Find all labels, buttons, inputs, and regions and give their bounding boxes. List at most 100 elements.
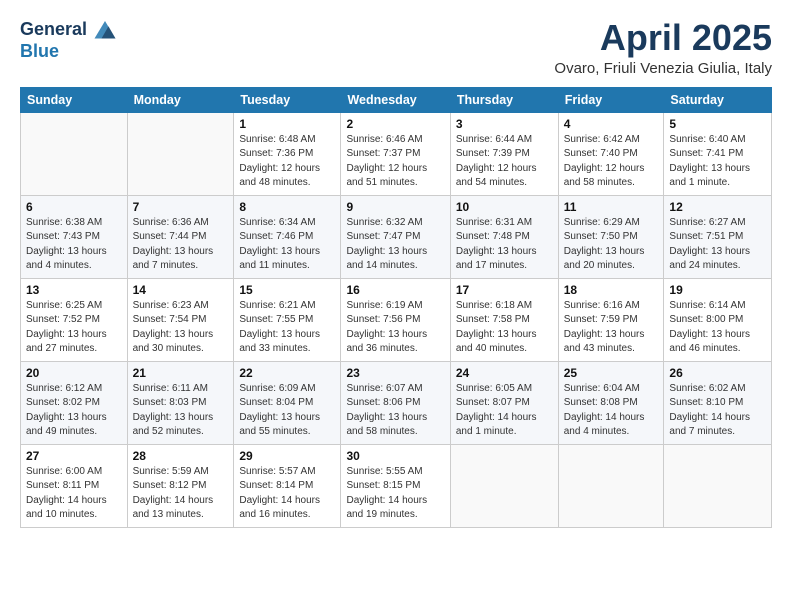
day-number: 13 <box>26 283 122 297</box>
day-number: 29 <box>239 449 335 463</box>
day-info: Sunrise: 6:21 AM Sunset: 7:55 PM Dayligh… <box>239 299 335 357</box>
calendar-cell: 9 Sunrise: 6:32 AM Sunset: 7:47 PM Daylig… <box>341 195 450 278</box>
location-title: Ovaro, Friuli Venezia Giulia, Italy <box>554 60 772 77</box>
calendar-cell: 30 Sunrise: 5:55 AM Sunset: 8:15 PM Dayli… <box>341 444 450 527</box>
calendar-cell: 18 Sunrise: 6:16 AM Sunset: 7:59 PM Dayli… <box>558 278 664 361</box>
day-info: Sunrise: 6:12 AM Sunset: 8:02 PM Dayligh… <box>26 382 122 440</box>
calendar-cell: 15 Sunrise: 6:21 AM Sunset: 7:55 PM Dayli… <box>234 278 341 361</box>
calendar-cell: 10Sunrise: 6:31 AM Sunset: 7:48 PM Dayli… <box>450 195 558 278</box>
day-number: 27 <box>26 449 122 463</box>
calendar-header-thursday: Thursday <box>450 87 558 112</box>
calendar-cell: 26 Sunrise: 6:02 AM Sunset: 8:10 PM Dayli… <box>664 361 772 444</box>
calendar-cell: 25 Sunrise: 6:04 AM Sunset: 8:08 PM Dayli… <box>558 361 664 444</box>
day-info: Sunrise: 6:23 AM Sunset: 7:54 PM Dayligh… <box>133 299 229 357</box>
day-info: Sunrise: 6:11 AM Sunset: 8:03 PM Dayligh… <box>133 382 229 440</box>
day-info: Sunrise: 6:32 AM Sunset: 7:47 PM Dayligh… <box>346 216 444 274</box>
day-info: Sunrise: 6:07 AM Sunset: 8:06 PM Dayligh… <box>346 382 444 440</box>
day-number: 14 <box>133 283 229 297</box>
day-number: 26 <box>669 366 766 380</box>
day-info: Sunrise: 6:36 AM Sunset: 7:44 PM Dayligh… <box>133 216 229 274</box>
day-info: Sunrise: 6:02 AM Sunset: 8:10 PM Dayligh… <box>669 382 766 440</box>
calendar-header-wednesday: Wednesday <box>341 87 450 112</box>
day-number: 23 <box>346 366 444 380</box>
day-info: Sunrise: 6:16 AM Sunset: 7:59 PM Dayligh… <box>564 299 659 357</box>
day-info: Sunrise: 6:27 AM Sunset: 7:51 PM Dayligh… <box>669 216 766 274</box>
calendar-cell <box>558 444 664 527</box>
day-info: Sunrise: 6:18 AM Sunset: 7:58 PM Dayligh… <box>456 299 553 357</box>
day-info: Sunrise: 5:57 AM Sunset: 8:14 PM Dayligh… <box>239 465 335 523</box>
day-info: Sunrise: 6:14 AM Sunset: 8:00 PM Dayligh… <box>669 299 766 357</box>
calendar-cell: 13 Sunrise: 6:25 AM Sunset: 7:52 PM Dayli… <box>21 278 128 361</box>
calendar-header-sunday: Sunday <box>21 87 128 112</box>
day-number: 4 <box>564 117 659 131</box>
calendar-week-2: 6Sunrise: 6:38 AM Sunset: 7:43 PM Daylig… <box>21 195 772 278</box>
calendar-week-4: 20 Sunrise: 6:12 AM Sunset: 8:02 PM Dayli… <box>21 361 772 444</box>
logo-blue: Blue <box>20 42 119 60</box>
title-block: April 2025 Ovaro, Friuli Venezia Giulia,… <box>554 18 772 77</box>
calendar-cell: 16 Sunrise: 6:19 AM Sunset: 7:56 PM Dayli… <box>341 278 450 361</box>
calendar: SundayMondayTuesdayWednesdayThursdayFrid… <box>20 87 772 528</box>
logo-icon <box>91 14 119 42</box>
calendar-cell: 4 Sunrise: 6:42 AM Sunset: 7:40 PM Daylig… <box>558 112 664 195</box>
day-number: 18 <box>564 283 659 297</box>
day-info: Sunrise: 6:19 AM Sunset: 7:56 PM Dayligh… <box>346 299 444 357</box>
day-number: 9 <box>346 200 444 214</box>
calendar-cell: 20 Sunrise: 6:12 AM Sunset: 8:02 PM Dayli… <box>21 361 128 444</box>
day-number: 21 <box>133 366 229 380</box>
calendar-cell: 7Sunrise: 6:36 AM Sunset: 7:44 PM Daylig… <box>127 195 234 278</box>
day-number: 28 <box>133 449 229 463</box>
day-number: 25 <box>564 366 659 380</box>
day-number: 15 <box>239 283 335 297</box>
day-info: Sunrise: 6:04 AM Sunset: 8:08 PM Dayligh… <box>564 382 659 440</box>
calendar-cell: 8 Sunrise: 6:34 AM Sunset: 7:46 PM Daylig… <box>234 195 341 278</box>
day-info: Sunrise: 6:09 AM Sunset: 8:04 PM Dayligh… <box>239 382 335 440</box>
day-info: Sunrise: 6:31 AM Sunset: 7:48 PM Dayligh… <box>456 216 553 274</box>
calendar-header-saturday: Saturday <box>664 87 772 112</box>
day-number: 5 <box>669 117 766 131</box>
day-info: Sunrise: 6:42 AM Sunset: 7:40 PM Dayligh… <box>564 133 659 191</box>
day-number: 11 <box>564 200 659 214</box>
day-info: Sunrise: 5:59 AM Sunset: 8:12 PM Dayligh… <box>133 465 229 523</box>
day-info: Sunrise: 6:29 AM Sunset: 7:50 PM Dayligh… <box>564 216 659 274</box>
day-info: Sunrise: 6:25 AM Sunset: 7:52 PM Dayligh… <box>26 299 122 357</box>
calendar-cell <box>127 112 234 195</box>
calendar-week-3: 13 Sunrise: 6:25 AM Sunset: 7:52 PM Dayli… <box>21 278 772 361</box>
day-info: Sunrise: 6:48 AM Sunset: 7:36 PM Dayligh… <box>239 133 335 191</box>
calendar-header-row: SundayMondayTuesdayWednesdayThursdayFrid… <box>21 87 772 112</box>
day-number: 2 <box>346 117 444 131</box>
calendar-cell: 19 Sunrise: 6:14 AM Sunset: 8:00 PM Dayli… <box>664 278 772 361</box>
calendar-cell <box>21 112 128 195</box>
calendar-cell: 3Sunrise: 6:44 AM Sunset: 7:39 PM Daylig… <box>450 112 558 195</box>
calendar-week-1: 1Sunrise: 6:48 AM Sunset: 7:36 PM Daylig… <box>21 112 772 195</box>
day-info: Sunrise: 6:34 AM Sunset: 7:46 PM Dayligh… <box>239 216 335 274</box>
calendar-cell <box>664 444 772 527</box>
day-info: Sunrise: 6:46 AM Sunset: 7:37 PM Dayligh… <box>346 133 444 191</box>
calendar-cell: 5Sunrise: 6:40 AM Sunset: 7:41 PM Daylig… <box>664 112 772 195</box>
day-info: Sunrise: 5:55 AM Sunset: 8:15 PM Dayligh… <box>346 465 444 523</box>
day-number: 20 <box>26 366 122 380</box>
page: General Blue April 2025 Ovaro, Friuli Ve… <box>0 0 792 612</box>
day-info: Sunrise: 6:05 AM Sunset: 8:07 PM Dayligh… <box>456 382 553 440</box>
month-title: April 2025 <box>554 18 772 58</box>
day-number: 8 <box>239 200 335 214</box>
day-info: Sunrise: 6:38 AM Sunset: 7:43 PM Dayligh… <box>26 216 122 274</box>
calendar-cell: 28 Sunrise: 5:59 AM Sunset: 8:12 PM Dayli… <box>127 444 234 527</box>
calendar-cell: 27Sunrise: 6:00 AM Sunset: 8:11 PM Dayli… <box>21 444 128 527</box>
logo: General Blue <box>20 18 119 60</box>
calendar-header-tuesday: Tuesday <box>234 87 341 112</box>
calendar-cell: 11 Sunrise: 6:29 AM Sunset: 7:50 PM Dayli… <box>558 195 664 278</box>
calendar-cell: 2 Sunrise: 6:46 AM Sunset: 7:37 PM Daylig… <box>341 112 450 195</box>
calendar-cell: 22Sunrise: 6:09 AM Sunset: 8:04 PM Dayli… <box>234 361 341 444</box>
day-number: 16 <box>346 283 444 297</box>
calendar-cell: 21 Sunrise: 6:11 AM Sunset: 8:03 PM Dayli… <box>127 361 234 444</box>
day-number: 19 <box>669 283 766 297</box>
calendar-cell <box>450 444 558 527</box>
day-number: 30 <box>346 449 444 463</box>
day-info: Sunrise: 6:44 AM Sunset: 7:39 PM Dayligh… <box>456 133 553 191</box>
calendar-cell: 29 Sunrise: 5:57 AM Sunset: 8:14 PM Dayli… <box>234 444 341 527</box>
calendar-cell: 17Sunrise: 6:18 AM Sunset: 7:58 PM Dayli… <box>450 278 558 361</box>
calendar-cell: 6Sunrise: 6:38 AM Sunset: 7:43 PM Daylig… <box>21 195 128 278</box>
day-number: 12 <box>669 200 766 214</box>
header: General Blue April 2025 Ovaro, Friuli Ve… <box>20 18 772 77</box>
calendar-cell: 1Sunrise: 6:48 AM Sunset: 7:36 PM Daylig… <box>234 112 341 195</box>
